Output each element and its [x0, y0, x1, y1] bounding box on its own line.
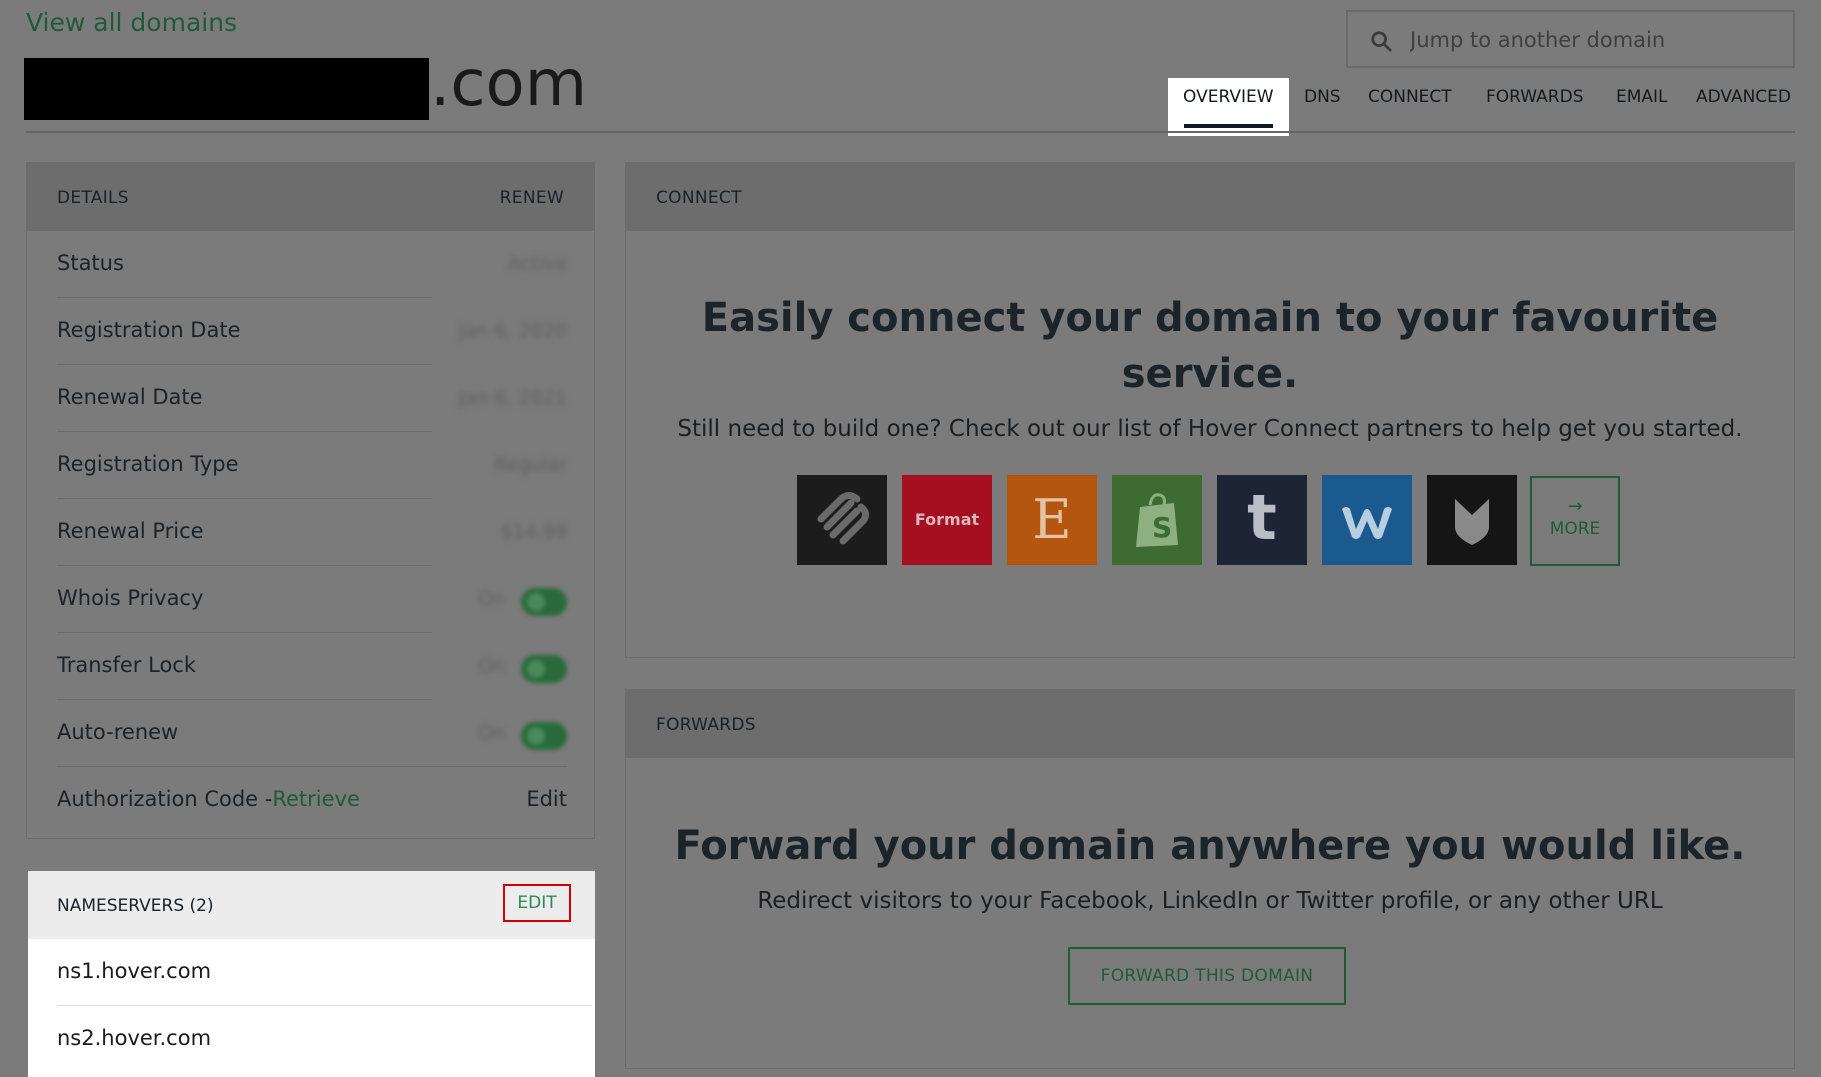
detail-label: Registration Type [57, 452, 239, 476]
nameservers-title: NAMESERVERS (2) [57, 896, 214, 916]
details-header: DETAILS RENEW [27, 163, 594, 231]
arrow-right-icon: → [1567, 496, 1583, 517]
details-panel: DETAILS RENEW Status Active Registration… [26, 162, 595, 839]
active-tab-indicator [1184, 124, 1273, 128]
detail-label: Renewal Price [57, 519, 204, 543]
tumblr-logo: t [1247, 481, 1277, 554]
detail-row-whois-privacy: Whois Privacy On [57, 566, 567, 633]
detail-label: Status [57, 251, 124, 275]
connect-heading: Easily connect your domain to your favou… [640, 290, 1780, 402]
detail-value: Jan 6, 2021 [459, 387, 567, 409]
detail-row-transfer-lock: Transfer Lock On [57, 633, 567, 700]
tab-dns[interactable]: DNS [1304, 78, 1354, 136]
detail-value: Active [508, 253, 567, 275]
detail-label: Whois Privacy [57, 586, 204, 610]
detail-value: $14.99 [500, 521, 567, 543]
detail-value: On [478, 588, 505, 610]
connect-title: CONNECT [656, 188, 742, 208]
detail-label: Transfer Lock [57, 653, 197, 677]
tab-overview[interactable]: OVERVIEW [1168, 78, 1289, 136]
nameserver-item: ns2.hover.com [57, 1006, 592, 1073]
etsy-logo: E [1032, 488, 1072, 551]
nameserver-item: ns1.hover.com [57, 939, 592, 1006]
view-all-domains-link[interactable]: View all domains [26, 8, 237, 37]
domain-search[interactable] [1346, 10, 1795, 68]
squarespace-tile[interactable] [797, 475, 887, 565]
transfer-lock-toggle[interactable] [521, 655, 567, 683]
whois-privacy-toggle[interactable] [521, 588, 567, 616]
squarespace-icon [817, 492, 870, 545]
tab-email[interactable]: EMAIL [1616, 78, 1686, 136]
forwards-title: FORWARDS [656, 715, 756, 735]
weebly-icon [1342, 507, 1392, 539]
detail-label: Renewal Date [57, 385, 203, 409]
detail-value: Jan 6, 2020 [459, 320, 567, 342]
more-label: MORE [1549, 519, 1601, 539]
detail-label: Registration Date [57, 318, 241, 342]
search-icon [1371, 31, 1392, 52]
detail-row-renewal-date: Renewal Date Jan 6, 2021 [57, 365, 567, 432]
detail-row-auto-renew: Auto-renew On [57, 700, 567, 767]
nameserver-value: ns1.hover.com [57, 959, 212, 983]
connect-subtext: Still need to build one? Check out our l… [677, 416, 1743, 442]
detail-row-status: Status Active [57, 231, 567, 298]
detail-value: On [478, 655, 505, 677]
auth-code-label: Authorization Code -Retrieve [57, 787, 360, 811]
shopify-bag-icon: S [1136, 493, 1178, 547]
bigcartel-icon [1455, 499, 1489, 545]
connect-header: CONNECT [626, 163, 1794, 231]
detail-row-authorization-code: Authorization Code -Retrieve Edit [57, 767, 567, 834]
nameservers-panel: NAMESERVERS (2) EDIT ns1.hover.com ns2.h… [28, 871, 595, 1077]
nameservers-header: NAMESERVERS (2) EDIT [28, 871, 595, 939]
detail-value: On [478, 722, 505, 744]
auto-renew-toggle[interactable] [521, 722, 567, 750]
shopify-tile[interactable]: S [1112, 475, 1202, 565]
forwards-header: FORWARDS [626, 690, 1794, 758]
details-title: DETAILS [57, 188, 129, 208]
tab-forwards[interactable]: FORWARDS [1486, 78, 1591, 136]
tab-connect[interactable]: CONNECT [1368, 78, 1463, 136]
forwards-subtext: Redirect visitors to your Facebook, Link… [757, 888, 1663, 914]
format-logo: Format [914, 510, 980, 529]
more-partners-button[interactable]: → MORE [1530, 476, 1620, 566]
header-divider [26, 131, 1795, 133]
format-tile[interactable]: Format [902, 475, 992, 565]
forwards-heading: Forward your domain anywhere you would l… [674, 823, 1746, 869]
tab-advanced[interactable]: ADVANCED [1696, 78, 1796, 136]
etsy-tile[interactable]: E [1007, 475, 1097, 565]
connect-panel: CONNECT [625, 162, 1795, 658]
auth-code-text: Authorization Code - [57, 787, 273, 811]
tumblr-tile[interactable]: t [1217, 475, 1307, 565]
nameservers-edit-button[interactable]: EDIT [503, 884, 571, 922]
forwards-panel: FORWARDS [625, 689, 1795, 1069]
retrieve-link[interactable]: Retrieve [272, 787, 360, 811]
detail-value: Regular [494, 454, 567, 476]
domain-tld: .com [430, 47, 588, 121]
connect-heading-line2: service. [1121, 351, 1299, 397]
renew-link[interactable]: RENEW [500, 188, 564, 208]
weebly-tile[interactable] [1322, 475, 1412, 565]
detail-label: Auto-renew [57, 720, 179, 744]
forward-this-domain-button[interactable]: FORWARD THIS DOMAIN [1068, 947, 1346, 1005]
detail-row-renewal-price: Renewal Price $14.99 [57, 499, 567, 566]
auth-code-edit-link[interactable]: Edit [526, 787, 567, 811]
connect-heading-line1: Easily connect your domain to your favou… [701, 295, 1719, 341]
svg-text:S: S [1152, 511, 1172, 544]
search-input[interactable] [1408, 20, 1782, 60]
bigcartel-tile[interactable] [1427, 475, 1517, 565]
nameserver-value: ns2.hover.com [57, 1026, 212, 1050]
detail-row-registration-date: Registration Date Jan 6, 2020 [57, 298, 567, 365]
domain-name-redacted [24, 58, 429, 120]
detail-row-registration-type: Registration Type Regular [57, 432, 567, 499]
